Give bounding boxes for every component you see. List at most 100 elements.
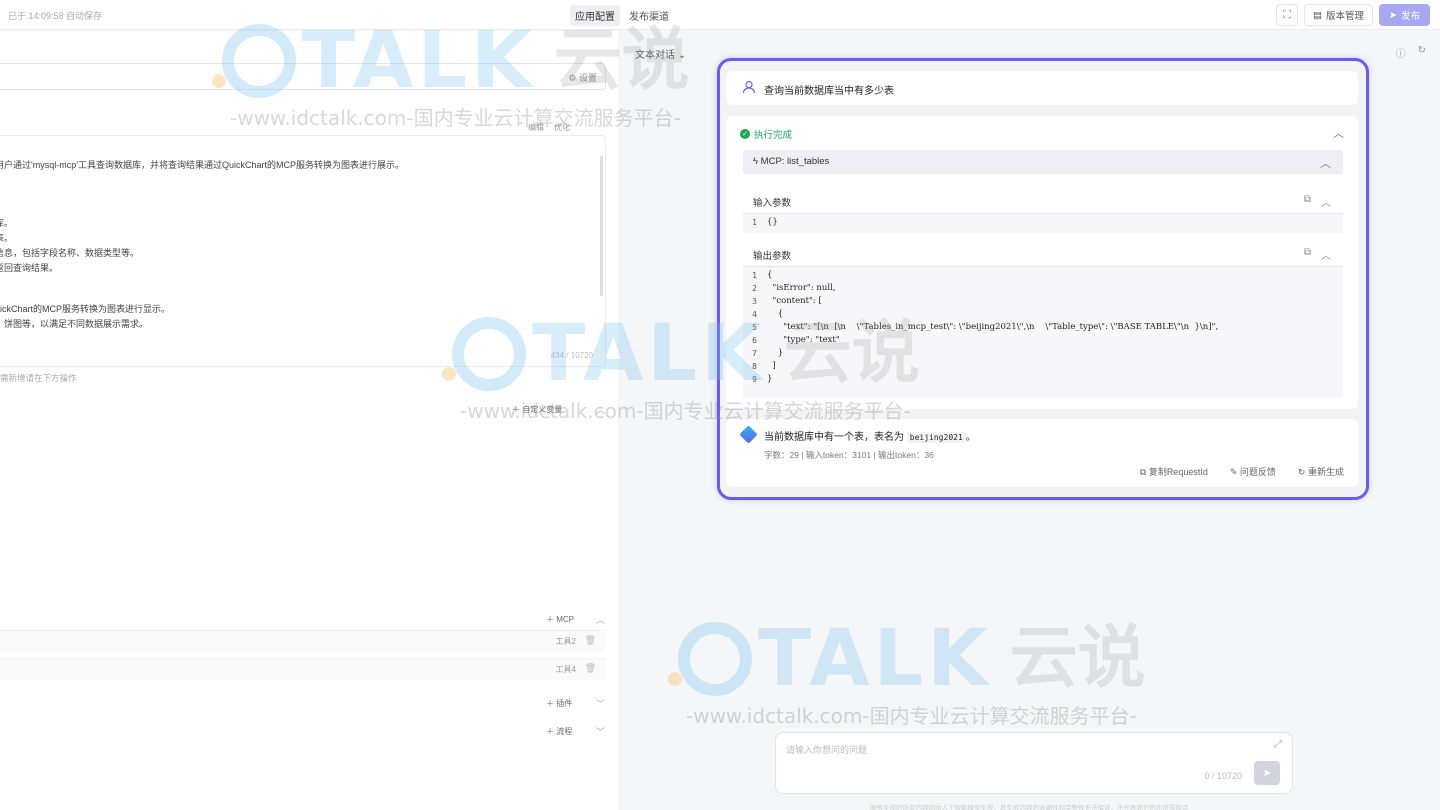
- chat-mode-label: 文本对话: [635, 50, 675, 61]
- settings-label: 设置: [578, 73, 597, 83]
- collapse-icon[interactable]: ⛶: [1276, 4, 1299, 26]
- tool-item[interactable]: 工具2 🗑: [0, 630, 606, 652]
- lightning-icon: ϟ: [753, 156, 759, 167]
- tool-execution-card: ✓ 执行完成 ︿ ϟ MCP: list_tables ︿ 输入参数 ⧉ ︿ 1{…: [726, 116, 1358, 409]
- chat-input-count: 0 / 10720: [1204, 771, 1242, 781]
- code-text: {: [767, 270, 773, 280]
- prompt-scrollbar[interactable]: [600, 156, 603, 296]
- autosave-status: 已于 14:09:58 自动保存: [8, 11, 103, 21]
- code-text: {}: [767, 217, 778, 227]
- chevron-up-icon[interactable]: ︿: [1333, 125, 1344, 141]
- user-message: 查询当前数据库当中有多少表: [726, 71, 1358, 105]
- plugin-label: 插件: [556, 699, 573, 708]
- code-line: 8 ]: [743, 361, 1343, 374]
- execution-status: ✓ 执行完成: [740, 127, 792, 141]
- publish-button[interactable]: ➤ 发布: [1379, 4, 1430, 26]
- assistant-answer: 当前数据库中有一个表，表名为 beijing2021。: [764, 428, 976, 443]
- code-text: }: [767, 374, 773, 384]
- code-line: 7 }: [743, 348, 1343, 361]
- chat-mode-select[interactable]: 文本对话 ⌄: [635, 46, 686, 61]
- tool-name: 工具4: [555, 665, 576, 674]
- code-text: {: [767, 309, 784, 319]
- prompt-actions: 编辑 优化: [528, 122, 570, 133]
- user-question: 查询当前数据库当中有多少表: [764, 86, 894, 97]
- settings-button[interactable]: ⚙ 设置: [568, 71, 597, 84]
- model-selector[interactable]: ⚙ 设置: [0, 63, 606, 90]
- copy-requestid-button[interactable]: ⧉ 复制RequestId: [1140, 465, 1208, 478]
- tool-item[interactable]: 工具4 🗑: [0, 658, 606, 680]
- chevron-up-icon[interactable]: ︿: [1321, 247, 1331, 262]
- regenerate-button[interactable]: ↻ 重新生成: [1298, 465, 1344, 478]
- add-mcp-button[interactable]: ＋ MCP: [546, 614, 574, 625]
- add-custom-variable-button[interactable]: ＋ 自定义变量: [512, 404, 562, 415]
- code-line: 3 "content": [: [743, 296, 1343, 309]
- answer-stats: 字数：29 | 输入token：3101 | 输出token：36: [764, 450, 934, 460]
- input-code-block: 1{}: [743, 213, 1343, 233]
- line-number: 6: [752, 336, 757, 345]
- mcp-section: ＋ MCP ︿: [0, 609, 618, 631]
- chevron-up-icon[interactable]: ︿: [1321, 194, 1331, 209]
- check-circle-icon: ✓: [740, 129, 750, 139]
- prompt-edit-button[interactable]: 编辑: [528, 122, 544, 133]
- info-icon[interactable]: ⓘ: [1396, 45, 1406, 60]
- chevron-down-icon[interactable]: ﹀: [596, 725, 605, 738]
- mcp-call-header[interactable]: ϟ MCP: list_tables ︿: [743, 150, 1343, 174]
- code-text: "content": [: [767, 296, 822, 306]
- add-flow-button[interactable]: ＋ 流程: [546, 726, 572, 737]
- trash-icon[interactable]: 🗑: [585, 635, 596, 646]
- prompt-char-count: 434 / 10720: [550, 351, 593, 360]
- line-number: 7: [752, 349, 757, 358]
- assistant-logo-icon: [739, 425, 758, 444]
- custom-variable-section: ＋ 自定义变量 ︿: [0, 399, 618, 421]
- user-icon: [742, 80, 756, 94]
- version-button[interactable]: ▤ 版本管理: [1304, 4, 1374, 26]
- line-number: 3: [752, 297, 757, 306]
- tab-app-config[interactable]: 应用配置: [570, 5, 620, 26]
- send-button[interactable]: ➤: [1254, 761, 1280, 785]
- chevron-up-icon[interactable]: ︿: [596, 613, 605, 626]
- prompt-line: 返回查询结果。: [0, 263, 59, 273]
- output-code-block: 1{2 "isError": null, 3 "content": [4 {5 "…: [743, 266, 1343, 398]
- copy-icon: ⧉: [1139, 467, 1147, 477]
- refresh-icon[interactable]: ↻: [1418, 45, 1426, 60]
- chat-highlight-frame: 查询当前数据库当中有多少表 ✓ 执行完成 ︿ ϟ MCP: list_table…: [717, 58, 1369, 500]
- code-line: 5 "text": "[\n [\n \"Tables_in_mcp_test\…: [743, 322, 1343, 335]
- answer-text: 当前数据库中有一个表，表名为: [764, 432, 904, 443]
- ai-disclaimer: 服务生成的所有内容均由人工智能模型生成，其生成内容的准确性和完整性无法保证，不代…: [870, 805, 1189, 810]
- code-line: 1{}: [743, 217, 1343, 230]
- top-actions: ⛶ ▤ 版本管理 ➤ 发布: [1276, 4, 1430, 26]
- code-text: "text": "[\n [\n \"Tables_in_mcp_test\":…: [767, 322, 1219, 332]
- plugin-section: ＋ 插件 ﹀: [0, 693, 618, 715]
- output-params-header: 输出参数 ⧉ ︿: [743, 243, 1343, 265]
- tool-name: 工具2: [555, 637, 576, 646]
- tab-publish-channel[interactable]: 发布渠道: [624, 5, 674, 26]
- prompt-optimize-button[interactable]: 优化: [554, 122, 570, 133]
- send-icon: ➤: [1262, 767, 1272, 779]
- edit-icon: ✎: [1229, 467, 1238, 477]
- expand-icon[interactable]: ⤢: [1274, 739, 1282, 750]
- copy-icon[interactable]: ⧉: [1304, 247, 1311, 262]
- execution-status-label: 执行完成: [754, 130, 793, 141]
- flow-section: ＋ 流程 ﹀: [0, 721, 618, 743]
- output-params-title: 输出参数: [753, 251, 792, 262]
- version-label: 版本管理: [1326, 11, 1365, 22]
- trash-icon[interactable]: 🗑: [585, 663, 596, 674]
- output-params-actions: ⧉ ︿: [1304, 247, 1331, 262]
- chat-input[interactable]: 请输入你想问的问题 ⤢ 0 / 10720 ➤: [775, 732, 1293, 794]
- mcp-call-name: MCP: list_tables: [760, 156, 830, 167]
- line-number: 5: [752, 323, 757, 332]
- copy-icon[interactable]: ⧉: [1304, 194, 1311, 209]
- prompt-line: uickChart的MCP服务转换为图表进行显示。: [0, 304, 171, 314]
- assistant-message: 当前数据库中有一个表，表名为 beijing2021。 字数：29 | 输入to…: [726, 419, 1358, 487]
- chevron-up-icon[interactable]: ︿: [1320, 155, 1331, 171]
- chevron-down-icon[interactable]: ﹀: [596, 697, 605, 710]
- code-text: "type": "text": [767, 335, 840, 345]
- debug-actions: ⓘ ↻: [1396, 45, 1426, 60]
- add-plugin-button[interactable]: ＋ 插件: [546, 698, 572, 709]
- input-params-actions: ⧉ ︿: [1304, 194, 1331, 209]
- feedback-button[interactable]: ✎ 问题反馈: [1230, 465, 1276, 478]
- input-params-title: 输入参数: [753, 198, 792, 209]
- prompt-textarea[interactable]: 用户通过'mysql-mcp'工具查询数据库，并将查询结果通过QuickChar…: [0, 135, 606, 367]
- chevron-up-icon[interactable]: ︿: [596, 403, 605, 416]
- code-line: 2 "isError": null,: [743, 283, 1343, 296]
